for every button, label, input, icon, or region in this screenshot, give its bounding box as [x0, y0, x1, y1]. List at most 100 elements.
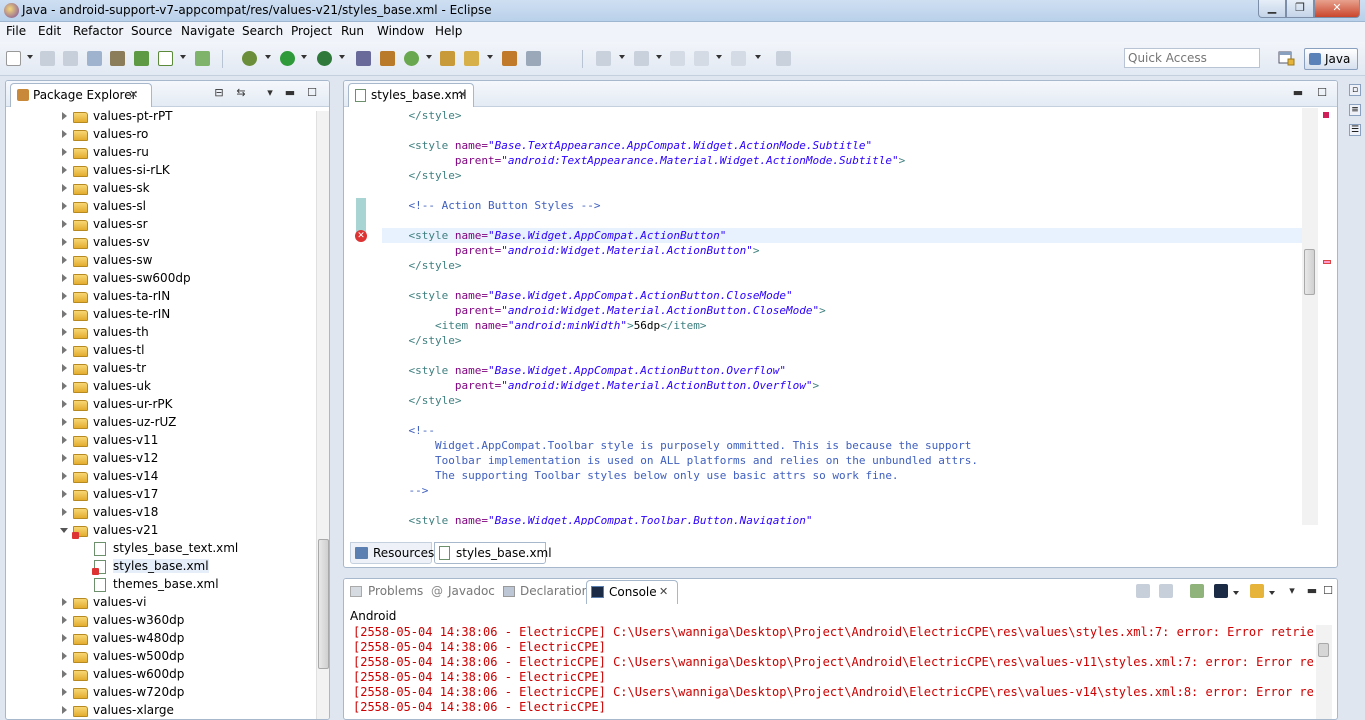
tree-folder-item[interactable]: values-tr [6, 360, 311, 378]
editor-scrollbar[interactable] [1302, 108, 1318, 525]
forward-icon[interactable] [731, 51, 746, 66]
pin-console-icon[interactable] [1190, 584, 1204, 598]
collapsed-arrow-icon[interactable] [62, 310, 67, 318]
lint-check-icon[interactable] [158, 51, 173, 66]
tree-folder-item[interactable]: values-sk [6, 180, 311, 198]
code-line[interactable]: <style name="Base.Widget.AppCompat.Actio… [382, 363, 1302, 378]
collapsed-arrow-icon[interactable] [62, 598, 67, 606]
search-dropdown-icon[interactable] [487, 55, 493, 59]
tree-folder-item[interactable]: values-te-rIN [6, 306, 311, 324]
open-console-dropdown-icon[interactable] [1269, 591, 1275, 595]
tree-folder-item[interactable]: values-sw [6, 252, 311, 270]
tab-xml-source[interactable]: styles_base.xml [434, 542, 552, 564]
code-line[interactable]: parent="android:Widget.Material.ActionBu… [382, 303, 1302, 318]
tree-folder-item[interactable]: values-ur-rPK [6, 396, 311, 414]
tree-folder-item[interactable]: values-ta-rIN [6, 288, 311, 306]
collapsed-arrow-icon[interactable] [62, 364, 67, 372]
collapsed-arrow-icon[interactable] [62, 202, 67, 210]
editor-scroll-thumb[interactable] [1304, 249, 1315, 295]
android-sdk-manager-icon[interactable] [110, 51, 125, 66]
external-tools-dropdown-icon[interactable] [339, 55, 345, 59]
link-with-editor-icon[interactable]: ⇆ [235, 87, 247, 99]
collapse-all-icon[interactable]: ⊟ [213, 87, 225, 99]
error-icon[interactable]: ✕ [355, 230, 367, 242]
code-line[interactable] [382, 213, 1302, 228]
collapsed-arrow-icon[interactable] [62, 454, 67, 462]
collapsed-arrow-icon[interactable] [62, 634, 67, 642]
tree-file-item[interactable]: styles_base.xml [6, 558, 311, 576]
code-line[interactable]: <style name="Base.Widget.AppCompat.Actio… [382, 228, 1302, 243]
tab-console[interactable]: Console [609, 585, 657, 599]
new-android-project-icon[interactable] [195, 51, 210, 66]
collapsed-arrow-icon[interactable] [62, 166, 67, 174]
clear-console-icon[interactable] [1136, 584, 1150, 598]
menu-file[interactable]: File [6, 24, 26, 38]
tree-folder-item[interactable]: values-v17 [6, 486, 311, 504]
code-line[interactable] [382, 183, 1302, 198]
code-line[interactable] [382, 498, 1302, 513]
code-line[interactable]: The supporting Toolbar styles below only… [382, 468, 1302, 483]
code-line[interactable]: parent="android:Widget.Material.ActionBu… [382, 243, 1302, 258]
menu-project[interactable]: Project [291, 24, 332, 38]
error-overview-marker[interactable] [1323, 260, 1331, 264]
run-dropdown-icon[interactable] [301, 55, 307, 59]
menu-search[interactable]: Search [242, 24, 283, 38]
code-line[interactable]: </style> [382, 168, 1302, 183]
coverage-icon[interactable] [356, 51, 371, 66]
tree-folder-item[interactable]: values-ro [6, 126, 311, 144]
code-line[interactable] [382, 123, 1302, 138]
view-menu-icon[interactable]: ▾ [264, 87, 276, 99]
tree-folder-item[interactable]: values-w360dp [6, 612, 311, 630]
menu-window[interactable]: Window [377, 24, 424, 38]
tree-folder-item[interactable]: values-v21 [6, 522, 311, 540]
menu-edit[interactable]: Edit [38, 24, 61, 38]
tree-folder-item[interactable]: values-sr [6, 216, 311, 234]
tree-folder-item[interactable]: values-si-rLK [6, 162, 311, 180]
previous-annotation-icon[interactable] [634, 51, 649, 66]
new-java-package-icon[interactable] [380, 51, 395, 66]
save-icon[interactable] [40, 51, 55, 66]
collapsed-arrow-icon[interactable] [62, 490, 67, 498]
maximize-editor-icon[interactable]: ☐ [1316, 87, 1328, 99]
collapsed-arrow-icon[interactable] [62, 616, 67, 624]
previous-annotation-dropdown-icon[interactable] [656, 55, 662, 59]
back-dropdown-icon[interactable] [716, 55, 722, 59]
code-line[interactable]: <style name="Base.Widget.AppCompat.Actio… [382, 288, 1302, 303]
tree-folder-item[interactable]: values-pt-rPT [6, 108, 311, 126]
code-line[interactable]: </style> [382, 393, 1302, 408]
tree-folder-item[interactable]: values-v11 [6, 432, 311, 450]
last-edit-location-icon[interactable] [670, 51, 685, 66]
minimize-editor-icon[interactable]: ▬ [1292, 87, 1304, 99]
collapsed-arrow-icon[interactable] [62, 382, 67, 390]
tree-folder-item[interactable]: values-xlarge [6, 702, 311, 719]
error-summary-icon[interactable] [1323, 112, 1329, 118]
collapsed-arrow-icon[interactable] [62, 274, 67, 282]
save-all-icon[interactable] [63, 51, 78, 66]
new-class-dropdown-icon[interactable] [426, 55, 432, 59]
open-task-icon[interactable] [502, 51, 517, 66]
print-icon[interactable] [87, 51, 102, 66]
tree-folder-item[interactable]: values-uk [6, 378, 311, 396]
open-type-icon[interactable] [440, 51, 455, 66]
toggle-mark-occurrences-icon[interactable] [526, 51, 541, 66]
tree-folder-item[interactable]: values-w500dp [6, 648, 311, 666]
run-icon[interactable] [280, 51, 295, 66]
collapsed-arrow-icon[interactable] [62, 472, 67, 480]
console-scroll-thumb[interactable] [1318, 643, 1329, 657]
code-line[interactable] [382, 348, 1302, 363]
collapsed-arrow-icon[interactable] [62, 400, 67, 408]
new-icon[interactable] [6, 51, 21, 66]
scroll-lock-icon[interactable] [1159, 584, 1173, 598]
close-icon[interactable]: ✕ [659, 585, 668, 598]
tree-folder-item[interactable]: values-v12 [6, 450, 311, 468]
code-line[interactable]: </style> [382, 333, 1302, 348]
code-line[interactable]: parent="android:TextAppearance.Material.… [382, 153, 1302, 168]
collapsed-arrow-icon[interactable] [62, 706, 67, 714]
code-line[interactable]: <style name="Base.TextAppearance.AppComp… [382, 138, 1302, 153]
next-annotation-icon[interactable] [596, 51, 611, 66]
tab-problems[interactable]: Problems [368, 584, 423, 598]
code-line[interactable]: <!-- [382, 423, 1302, 438]
minimize-view-icon[interactable]: ▬ [1306, 585, 1318, 597]
task-list-view-icon[interactable]: ☰ [1349, 124, 1361, 136]
code-line[interactable]: Widget.AppCompat.Toolbar style is purpos… [382, 438, 1302, 453]
